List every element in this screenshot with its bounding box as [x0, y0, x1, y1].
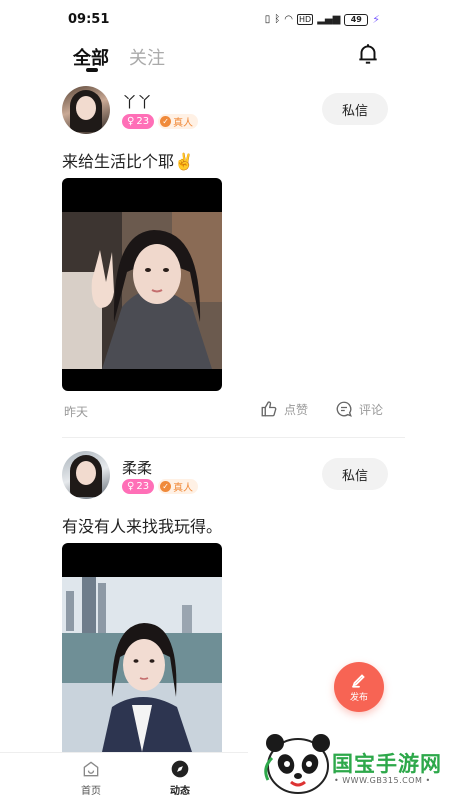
vibrate-icon: ▯: [264, 14, 271, 25]
username[interactable]: 丫丫: [122, 91, 152, 112]
nav-label: 动态: [170, 786, 190, 797]
user-badges: ♀ 23 ✓ 真人: [122, 114, 199, 129]
avatar[interactable]: [62, 86, 110, 134]
message-button[interactable]: 私信: [322, 458, 388, 490]
signal-icon: ▂▄▆: [317, 14, 341, 25]
comment-label: 评论: [359, 402, 384, 417]
compass-icon: [171, 760, 189, 778]
photo-image: [62, 212, 222, 369]
panda-logo: [264, 734, 330, 794]
username[interactable]: 柔柔: [122, 457, 152, 478]
verified-icon: ✓: [160, 481, 172, 492]
verified-badge: ✓ 真人: [158, 114, 199, 129]
user-badges: ♀ 23 ✓ 真人: [122, 479, 199, 494]
battery-level: 49: [350, 15, 362, 24]
post-photo[interactable]: [62, 178, 222, 391]
thumbs-up-icon: [261, 401, 277, 417]
status-time: 09:51: [68, 12, 110, 27]
female-icon: ♀: [127, 481, 135, 492]
comment-icon: [336, 401, 352, 417]
photo-image: [62, 577, 222, 752]
status-icons: ▯ ᛒ ◠ HD ▂▄▆ 49 ⚡: [265, 13, 380, 26]
bell-icon[interactable]: [355, 41, 381, 67]
verified-label: 真人: [173, 483, 194, 494]
nav-label: 首页: [81, 786, 101, 797]
nav-item-feed[interactable]: 动态: [155, 759, 205, 797]
tab-all[interactable]: 全部: [73, 44, 109, 70]
tab-indicator: [86, 68, 98, 72]
age-badge: ♀ 23: [122, 114, 155, 129]
tab-following[interactable]: 关注: [129, 44, 165, 70]
publish-label: 发布: [349, 693, 368, 703]
verified-label: 真人: [173, 118, 194, 129]
post-divider: [62, 437, 405, 438]
comment-button[interactable]: 评论: [335, 400, 383, 418]
publish-button[interactable]: 发布: [334, 662, 384, 712]
post-time: 昨天: [64, 405, 89, 419]
verified-badge: ✓ 真人: [158, 479, 199, 494]
age-badge: ♀ 23: [122, 479, 155, 494]
wifi-icon: ◠: [284, 14, 293, 25]
age-value: 23: [136, 481, 150, 492]
nav-item-home[interactable]: 首页: [66, 759, 116, 797]
avatar[interactable]: [62, 451, 110, 499]
watermark-brand: 国宝手游网: [332, 752, 442, 776]
verified-icon: ✓: [160, 116, 172, 127]
feed-tabs: 全部 关注: [73, 44, 165, 70]
post-text: 有没有人来找我玩得。: [62, 517, 223, 536]
post-text: 来给生活比个耶✌️: [62, 152, 194, 171]
watermark: 国宝手游网 • WWW.GB315.COM •: [248, 724, 450, 800]
post-meta: 昨天 点赞 评论: [62, 400, 388, 420]
status-bar: 09:51 ▯ ᛒ ◠ HD ▂▄▆ 49 ⚡: [0, 0, 450, 40]
age-value: 23: [136, 116, 150, 127]
pen-icon: [352, 674, 365, 688]
watermark-url: • WWW.GB315.COM •: [334, 776, 431, 785]
hd-icon: HD: [297, 14, 314, 25]
message-button[interactable]: 私信: [322, 93, 388, 125]
home-icon: [83, 761, 99, 777]
like-label: 点赞: [284, 402, 309, 417]
battery-icon: 49: [344, 13, 369, 26]
post-photo[interactable]: [62, 543, 222, 752]
avatar-face: [76, 461, 96, 485]
charging-icon: ⚡: [372, 13, 380, 26]
bluetooth-icon: ᛒ: [274, 14, 281, 25]
female-icon: ♀: [127, 116, 135, 127]
like-button[interactable]: 点赞: [260, 400, 308, 418]
avatar-face: [76, 96, 96, 120]
